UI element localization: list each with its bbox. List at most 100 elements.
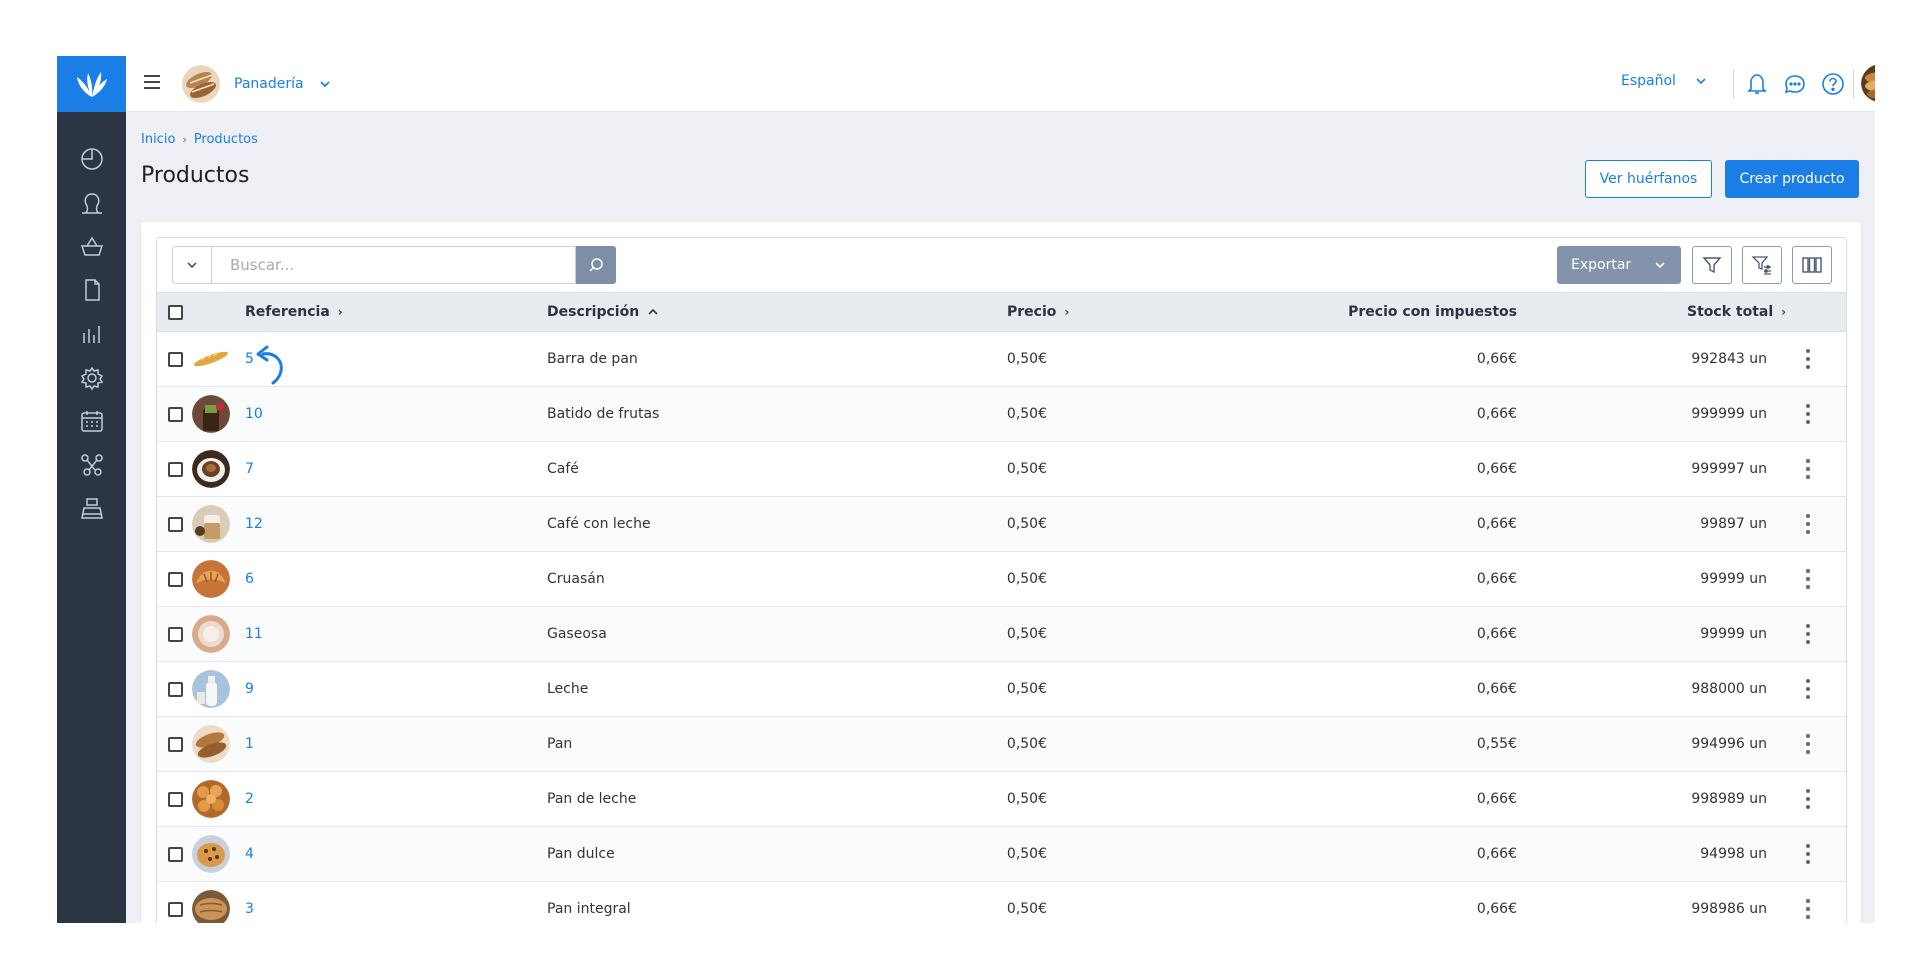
product-reference-link[interactable]: 1 [245,717,254,771]
product-reference-link[interactable]: 6 [245,552,254,606]
product-price-tax: 0,66€ [1476,351,1517,367]
search-button[interactable] [576,246,616,284]
table-row[interactable]: 5 Barra de pan 0,50€ 0,66€ 992843 un [157,332,1846,387]
view-orphans-button[interactable]: Ver huérfanos [1585,160,1712,198]
filter-button[interactable] [1692,246,1732,284]
product-price-tax: 0,66€ [1476,406,1517,422]
column-header-label: Descripción [547,304,640,320]
curved-arrow-cursor-icon [256,345,283,385]
row-checkbox[interactable] [168,882,183,923]
row-actions-button[interactable] [1806,497,1810,551]
row-checkbox[interactable] [168,662,183,716]
help-icon [1822,73,1844,95]
table-row[interactable]: 7 Café 0,50€ 0,66€ 999997 un [157,442,1846,497]
kebab-icon [1806,734,1810,754]
product-reference-link[interactable]: 7 [245,442,254,496]
table-row[interactable]: 11 Gaseosa 0,50€ 0,66€ 99999 un [157,607,1846,662]
sidebar-item-users[interactable] [57,185,126,221]
sidebar-item-register[interactable] [57,491,126,527]
user-avatar-button[interactable] [1861,64,1875,102]
column-header-price[interactable]: Precio › [1007,293,1069,331]
create-product-button[interactable]: Crear producto [1725,160,1859,198]
product-reference-link[interactable]: 11 [245,607,263,661]
product-price-tax: 0,66€ [1476,571,1517,587]
breadcrumb: Inicio › Productos [141,132,258,147]
row-actions-button[interactable] [1806,827,1810,881]
row-actions-button[interactable] [1806,882,1810,923]
row-actions-button[interactable] [1806,772,1810,826]
product-description: Cruasán [547,571,605,587]
table-row[interactable]: 3 Pan integral 0,50€ 0,66€ 998986 un [157,882,1846,923]
kebab-icon [1806,569,1810,589]
menu-icon [144,75,160,89]
row-checkbox[interactable] [168,717,183,771]
table-row[interactable]: 6 Cruasán 0,50€ 0,66€ 99999 un [157,552,1846,607]
store-name: Panadería [234,76,304,92]
search-input[interactable] [212,246,576,284]
table-row[interactable]: 10 Batido de frutas 0,50€ 0,66€ 999999 un [157,387,1846,442]
language-selector[interactable]: Español [1621,73,1708,89]
column-header-stock[interactable]: Stock total › [1687,293,1786,331]
column-header-reference[interactable]: Referencia › [245,293,343,331]
product-thumbnail [192,607,230,661]
sidebar-item-integrations[interactable] [57,447,126,483]
row-actions-button[interactable] [1806,552,1810,606]
row-checkbox[interactable] [168,497,183,551]
sidebar-item-dashboard[interactable] [57,141,126,177]
sidebar-item-documents[interactable] [57,272,126,308]
row-checkbox[interactable] [168,827,183,881]
sidebar-item-reports[interactable] [57,316,126,352]
row-checkbox[interactable] [168,387,183,441]
row-checkbox[interactable] [168,552,183,606]
product-reference-link[interactable]: 3 [245,882,254,923]
column-header-price-tax[interactable]: Precio con impuestos [1337,293,1517,331]
product-reference-link[interactable]: 4 [245,827,254,881]
row-actions-button[interactable] [1806,387,1810,441]
search-filter-dropdown[interactable] [172,246,212,284]
breadcrumb-current[interactable]: Productos [194,132,258,147]
product-thumbnail [192,882,230,923]
row-actions-button[interactable] [1806,607,1810,661]
product-reference-link[interactable]: 12 [245,497,263,551]
table-row[interactable]: 1 Pan 0,50€ 0,55€ 994996 un [157,717,1846,772]
help-button[interactable] [1821,72,1845,96]
row-checkbox[interactable] [168,442,183,496]
product-reference-link[interactable]: 9 [245,662,254,716]
product-thumbnail [192,552,230,606]
advanced-filter-button[interactable] [1742,246,1782,284]
row-actions-button[interactable] [1806,442,1810,496]
filter-icon [1702,257,1722,274]
product-thumbnail [192,332,230,386]
product-reference-link[interactable]: 10 [245,387,263,441]
table-row[interactable]: 12 Café con leche 0,50€ 0,66€ 99897 un [157,497,1846,552]
app-logo[interactable] [57,56,126,112]
table-row[interactable]: 2 Pan de leche 0,50€ 0,66€ 998989 un [157,772,1846,827]
sort-chevron-right-icon: › [1781,305,1787,319]
row-checkbox[interactable] [168,607,183,661]
row-actions-button[interactable] [1806,662,1810,716]
select-all-checkbox[interactable] [168,293,183,331]
product-stock: 998986 un [1691,901,1767,917]
product-price: 0,50€ [1006,846,1047,862]
table-row[interactable]: 9 Leche 0,50€ 0,66€ 988000 un [157,662,1846,717]
breadcrumb-home[interactable]: Inicio [141,132,175,147]
menu-button[interactable] [142,72,162,92]
messages-button[interactable] [1783,72,1807,96]
column-header-description[interactable]: Descripción [547,293,659,331]
product-reference-link[interactable]: 2 [245,772,254,826]
integrations-icon [80,454,103,476]
export-button[interactable]: Exportar [1557,246,1681,284]
sidebar-item-sales[interactable] [57,228,126,264]
sidebar-item-settings[interactable] [57,360,126,396]
sidebar-item-calendar[interactable] [57,403,126,439]
product-description: Gaseosa [547,626,607,642]
row-actions-button[interactable] [1806,717,1810,771]
product-stock: 988000 un [1691,681,1767,697]
row-actions-button[interactable] [1806,332,1810,386]
store-selector[interactable]: Panadería [182,65,332,103]
row-checkbox[interactable] [168,332,183,386]
notifications-button[interactable] [1745,72,1769,96]
row-checkbox[interactable] [168,772,183,826]
table-row[interactable]: 4 Pan dulce 0,50€ 0,66€ 94998 un [157,827,1846,882]
columns-button[interactable] [1792,246,1832,284]
